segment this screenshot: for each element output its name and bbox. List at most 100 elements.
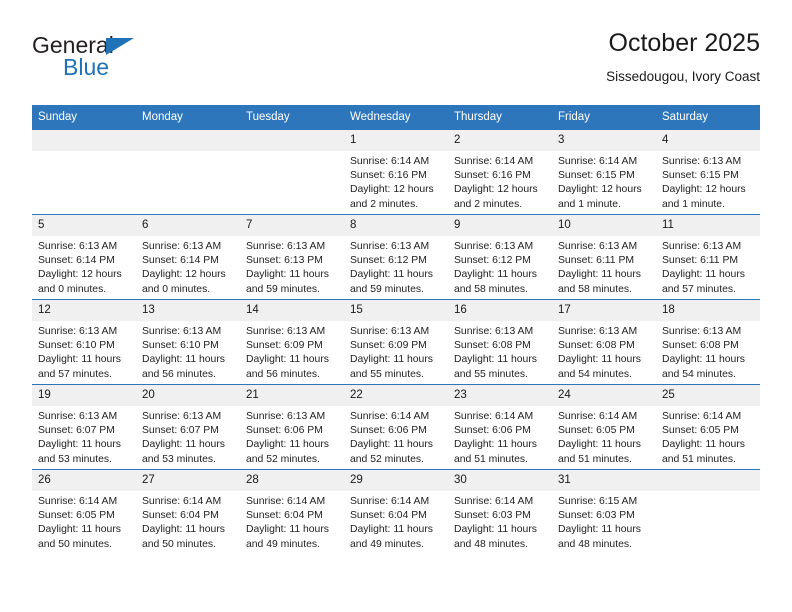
calendar-day-cell[interactable]: 3 Sunrise: 6:14 AM Sunset: 6:15 PM Daylight…: [552, 129, 656, 215]
sunrise-text: Sunrise: 6:13 AM: [246, 326, 326, 337]
calendar-day-cell[interactable]: 24 Sunrise: 6:14 AM Sunset: 6:05 PM Dayligh…: [552, 384, 656, 470]
sunset-text: Sunset: 6:12 PM: [350, 255, 427, 267]
sunset-text: Sunset: 6:07 PM: [38, 425, 115, 437]
sunrise-text: Sunrise: 6:13 AM: [558, 326, 638, 337]
sunset-text: Sunset: 6:04 PM: [246, 510, 323, 522]
weekday-header-friday: Friday: [552, 105, 656, 130]
day-details: Sunrise: 6:15 AM Sunset: 6:03 PM Daylight:…: [552, 491, 656, 552]
daylight-text: Daylight: 12 hours and 1 minute.: [662, 184, 746, 210]
day-details: Sunrise: 6:13 AM Sunset: 6:15 PM Daylight:…: [656, 151, 760, 212]
day-number: [240, 130, 344, 151]
day-number: 17: [552, 300, 656, 321]
calendar-week-row: 12 Sunrise: 6:13 AM Sunset: 6:10 PM Dayligh…: [32, 299, 760, 385]
calendar-day-cell[interactable]: 10 Sunrise: 6:13 AM Sunset: 6:11 PM Dayligh…: [552, 214, 656, 300]
calendar-day-cell[interactable]: 9 Sunrise: 6:13 AM Sunset: 6:12 PM Daylight…: [448, 214, 552, 300]
day-details: Sunrise: 6:13 AM Sunset: 6:08 PM Daylight:…: [448, 321, 552, 382]
calendar-day-cell[interactable]: 26 Sunrise: 6:14 AM Sunset: 6:05 PM Dayligh…: [32, 469, 136, 554]
day-number: 10: [552, 215, 656, 236]
day-details: Sunrise: 6:13 AM Sunset: 6:07 PM Daylight:…: [32, 406, 136, 467]
title-block: October 2025 Sissedougou, Ivory Coast: [606, 28, 760, 87]
sunset-text: Sunset: 6:06 PM: [246, 425, 323, 437]
sunrise-text: Sunrise: 6:13 AM: [38, 326, 118, 337]
calendar-day-cell[interactable]: 12 Sunrise: 6:13 AM Sunset: 6:10 PM Dayligh…: [32, 299, 136, 385]
calendar-day-cell[interactable]: 14 Sunrise: 6:13 AM Sunset: 6:09 PM Dayligh…: [240, 299, 344, 385]
day-number: 4: [656, 130, 760, 151]
sunset-text: Sunset: 6:09 PM: [246, 340, 323, 352]
calendar-day-cell[interactable]: 23 Sunrise: 6:14 AM Sunset: 6:06 PM Dayligh…: [448, 384, 552, 470]
sunset-text: Sunset: 6:08 PM: [558, 340, 635, 352]
sunset-text: Sunset: 6:12 PM: [454, 255, 531, 267]
calendar-day-cell[interactable]: 22 Sunrise: 6:14 AM Sunset: 6:06 PM Dayligh…: [344, 384, 448, 470]
sunrise-text: Sunrise: 6:14 AM: [662, 411, 742, 422]
daylight-text: Daylight: 11 hours and 55 minutes.: [454, 354, 537, 380]
daylight-text: Daylight: 11 hours and 55 minutes.: [350, 354, 433, 380]
sunset-text: Sunset: 6:07 PM: [142, 425, 219, 437]
daylight-text: Daylight: 11 hours and 51 minutes.: [558, 439, 641, 465]
calendar-day-cell[interactable]: 8 Sunrise: 6:13 AM Sunset: 6:12 PM Daylight…: [344, 214, 448, 300]
daylight-text: Daylight: 11 hours and 53 minutes.: [38, 439, 121, 465]
calendar-day-cell[interactable]: 15 Sunrise: 6:13 AM Sunset: 6:09 PM Dayligh…: [344, 299, 448, 385]
weekday-header-saturday: Saturday: [656, 105, 760, 130]
sunrise-text: Sunrise: 6:14 AM: [350, 156, 430, 167]
sunrise-text: Sunrise: 6:13 AM: [38, 411, 118, 422]
daylight-text: Daylight: 11 hours and 58 minutes.: [558, 269, 641, 295]
sunrise-text: Sunrise: 6:13 AM: [454, 326, 534, 337]
day-number: 5: [32, 215, 136, 236]
calendar-day-cell[interactable]: 5 Sunrise: 6:13 AM Sunset: 6:14 PM Daylight…: [32, 214, 136, 300]
day-number: 7: [240, 215, 344, 236]
daylight-text: Daylight: 11 hours and 57 minutes.: [662, 269, 745, 295]
calendar-day-cell[interactable]: 20 Sunrise: 6:13 AM Sunset: 6:07 PM Dayligh…: [136, 384, 240, 470]
day-number: 21: [240, 385, 344, 406]
brand-logo[interactable]: General Blue: [32, 32, 232, 88]
day-details: Sunrise: 6:14 AM Sunset: 6:03 PM Daylight:…: [448, 491, 552, 552]
day-details: Sunrise: 6:13 AM Sunset: 6:06 PM Daylight:…: [240, 406, 344, 467]
day-details: Sunrise: 6:13 AM Sunset: 6:07 PM Daylight:…: [136, 406, 240, 467]
brand-name-blue: Blue: [63, 54, 110, 80]
page-header: General Blue October 2025 Sissedougou, I…: [32, 28, 760, 96]
day-number: 22: [344, 385, 448, 406]
calendar-day-cell[interactable]: 31 Sunrise: 6:15 AM Sunset: 6:03 PM Dayligh…: [552, 469, 656, 554]
calendar-day-cell[interactable]: 7 Sunrise: 6:13 AM Sunset: 6:13 PM Daylight…: [240, 214, 344, 300]
calendar-day-cell[interactable]: 19 Sunrise: 6:13 AM Sunset: 6:07 PM Dayligh…: [32, 384, 136, 470]
calendar-day-cell[interactable]: 27 Sunrise: 6:14 AM Sunset: 6:04 PM Dayligh…: [136, 469, 240, 554]
calendar-head: Sunday Monday Tuesday Wednesday Thursday…: [32, 105, 760, 130]
daylight-text: Daylight: 11 hours and 53 minutes.: [142, 439, 225, 465]
calendar-day-cell[interactable]: 6 Sunrise: 6:13 AM Sunset: 6:14 PM Daylight…: [136, 214, 240, 300]
day-details: Sunrise: 6:13 AM Sunset: 6:10 PM Daylight:…: [136, 321, 240, 382]
calendar-day-cell[interactable]: 17 Sunrise: 6:13 AM Sunset: 6:08 PM Dayligh…: [552, 299, 656, 385]
sunset-text: Sunset: 6:05 PM: [558, 425, 635, 437]
calendar-day-cell[interactable]: 16 Sunrise: 6:13 AM Sunset: 6:08 PM Dayligh…: [448, 299, 552, 385]
daylight-text: Daylight: 11 hours and 54 minutes.: [662, 354, 745, 380]
calendar-day-cell[interactable]: 18 Sunrise: 6:13 AM Sunset: 6:08 PM Dayligh…: [656, 299, 760, 385]
calendar-day-cell[interactable]: 1 Sunrise: 6:14 AM Sunset: 6:16 PM Daylight…: [344, 129, 448, 215]
calendar-day-cell[interactable]: 4 Sunrise: 6:13 AM Sunset: 6:15 PM Daylight…: [656, 129, 760, 215]
daylight-text: Daylight: 11 hours and 48 minutes.: [558, 524, 641, 550]
day-details: Sunrise: 6:14 AM Sunset: 6:04 PM Daylight:…: [240, 491, 344, 552]
calendar-day-cell[interactable]: 13 Sunrise: 6:13 AM Sunset: 6:10 PM Dayligh…: [136, 299, 240, 385]
weekday-header-tuesday: Tuesday: [240, 105, 344, 130]
day-details: Sunrise: 6:14 AM Sunset: 6:04 PM Daylight:…: [344, 491, 448, 552]
calendar-day-cell[interactable]: 11 Sunrise: 6:13 AM Sunset: 6:11 PM Dayligh…: [656, 214, 760, 300]
sunset-text: Sunset: 6:08 PM: [454, 340, 531, 352]
sunrise-text: Sunrise: 6:14 AM: [350, 411, 430, 422]
daylight-text: Daylight: 11 hours and 58 minutes.: [454, 269, 537, 295]
calendar-day-cell[interactable]: 2 Sunrise: 6:14 AM Sunset: 6:16 PM Daylight…: [448, 129, 552, 215]
calendar-day-cell[interactable]: 28 Sunrise: 6:14 AM Sunset: 6:04 PM Dayligh…: [240, 469, 344, 554]
daylight-text: Daylight: 11 hours and 49 minutes.: [246, 524, 329, 550]
day-number: [136, 130, 240, 151]
brand-triangle-icon: [106, 38, 134, 55]
day-details: Sunrise: 6:13 AM Sunset: 6:10 PM Daylight:…: [32, 321, 136, 382]
sunset-text: Sunset: 6:09 PM: [350, 340, 427, 352]
sunset-text: Sunset: 6:11 PM: [662, 255, 739, 267]
sunset-text: Sunset: 6:03 PM: [558, 510, 635, 522]
calendar-day-cell[interactable]: 25 Sunrise: 6:14 AM Sunset: 6:05 PM Dayligh…: [656, 384, 760, 470]
day-number: 20: [136, 385, 240, 406]
day-details: Sunrise: 6:14 AM Sunset: 6:06 PM Daylight:…: [448, 406, 552, 467]
day-number: 31: [552, 470, 656, 491]
sunrise-text: Sunrise: 6:13 AM: [142, 241, 222, 252]
calendar-day-cell[interactable]: 21 Sunrise: 6:13 AM Sunset: 6:06 PM Dayligh…: [240, 384, 344, 470]
weekday-header-wednesday: Wednesday: [344, 105, 448, 130]
calendar-day-cell[interactable]: 29 Sunrise: 6:14 AM Sunset: 6:04 PM Dayligh…: [344, 469, 448, 554]
calendar-day-cell[interactable]: 30 Sunrise: 6:14 AM Sunset: 6:03 PM Dayligh…: [448, 469, 552, 554]
sunset-text: Sunset: 6:14 PM: [38, 255, 115, 267]
